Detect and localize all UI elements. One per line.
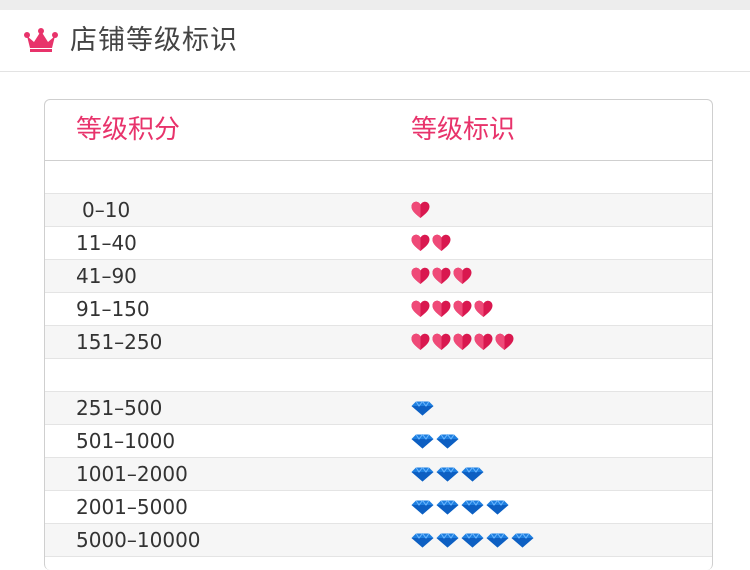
diamond-icon — [411, 466, 434, 482]
table-group-spacer — [45, 161, 712, 194]
level-badge — [411, 267, 472, 287]
page-title: 店铺等级标识 — [70, 25, 238, 56]
heart-icon — [453, 333, 472, 351]
page-header: 店铺等级标识 — [0, 10, 750, 72]
level-badge — [411, 498, 509, 518]
heart-icon — [432, 267, 451, 285]
heart-icon — [432, 333, 451, 351]
heart-icon — [453, 300, 472, 318]
diamond-icon — [436, 532, 459, 548]
points-range: 2001–5000 — [76, 495, 188, 519]
diamond-icon — [486, 532, 509, 548]
diamond-icon — [511, 532, 534, 548]
diamond-icon — [461, 499, 484, 515]
table-row: 1001–2000 — [45, 458, 712, 491]
crown-icon — [24, 28, 58, 52]
points-range: 501–1000 — [76, 429, 176, 453]
level-badge — [411, 300, 493, 320]
column-header-points: 等级积分 — [76, 115, 181, 145]
heart-icon — [411, 234, 430, 252]
heart-icon — [411, 333, 430, 351]
diamond-icon — [411, 499, 434, 515]
table-row: 0–10 — [45, 194, 712, 227]
level-badge — [411, 465, 484, 485]
diamond-icon — [411, 532, 434, 548]
diamond-icon — [486, 499, 509, 515]
heart-icon — [474, 333, 493, 351]
heart-icon — [474, 300, 493, 318]
heart-icon — [411, 267, 430, 285]
level-badge — [411, 399, 434, 419]
points-range: 251–500 — [76, 396, 163, 420]
points-range: 151–250 — [76, 330, 163, 354]
diamond-icon — [461, 532, 484, 548]
top-strip — [0, 0, 750, 10]
diamond-icon — [436, 433, 459, 449]
heart-icon — [411, 300, 430, 318]
diamond-icon — [436, 499, 459, 515]
table-group-spacer — [45, 359, 712, 392]
diamond-icon — [411, 433, 434, 449]
table-row: 251–500 — [45, 392, 712, 425]
heart-icon — [411, 201, 430, 219]
level-badge — [411, 234, 451, 254]
level-badge — [411, 432, 459, 452]
table-header: 等级积分 等级标识 — [45, 100, 712, 161]
heart-icon — [453, 267, 472, 285]
table-row: 2001–5000 — [45, 491, 712, 524]
points-range: 0–10 — [82, 198, 131, 222]
level-badge — [411, 333, 514, 353]
heart-icon — [432, 300, 451, 318]
diamond-icon — [411, 400, 434, 416]
points-range: 41–90 — [76, 264, 137, 288]
table-body: 0–10 11–40 41–90 91–150 151–250 251–500 501–10… — [45, 161, 712, 557]
table-row: 151–250 — [45, 326, 712, 359]
heart-icon — [432, 234, 451, 252]
points-range: 91–150 — [76, 297, 150, 321]
table-row: 11–40 — [45, 227, 712, 260]
level-table: 等级积分 等级标识 0–10 11–40 41–90 91–150 151–250 251… — [44, 99, 713, 570]
points-range: 1001–2000 — [76, 462, 188, 486]
table-row: 91–150 — [45, 293, 712, 326]
heart-icon — [495, 333, 514, 351]
points-range: 5000–10000 — [76, 528, 201, 552]
level-badge — [411, 531, 534, 551]
column-header-badge: 等级标识 — [411, 115, 516, 145]
diamond-icon — [461, 466, 484, 482]
table-row: 501–1000 — [45, 425, 712, 458]
level-badge — [411, 201, 430, 221]
diamond-icon — [436, 466, 459, 482]
table-row: 5000–10000 — [45, 524, 712, 557]
points-range: 11–40 — [76, 231, 137, 255]
table-row: 41–90 — [45, 260, 712, 293]
